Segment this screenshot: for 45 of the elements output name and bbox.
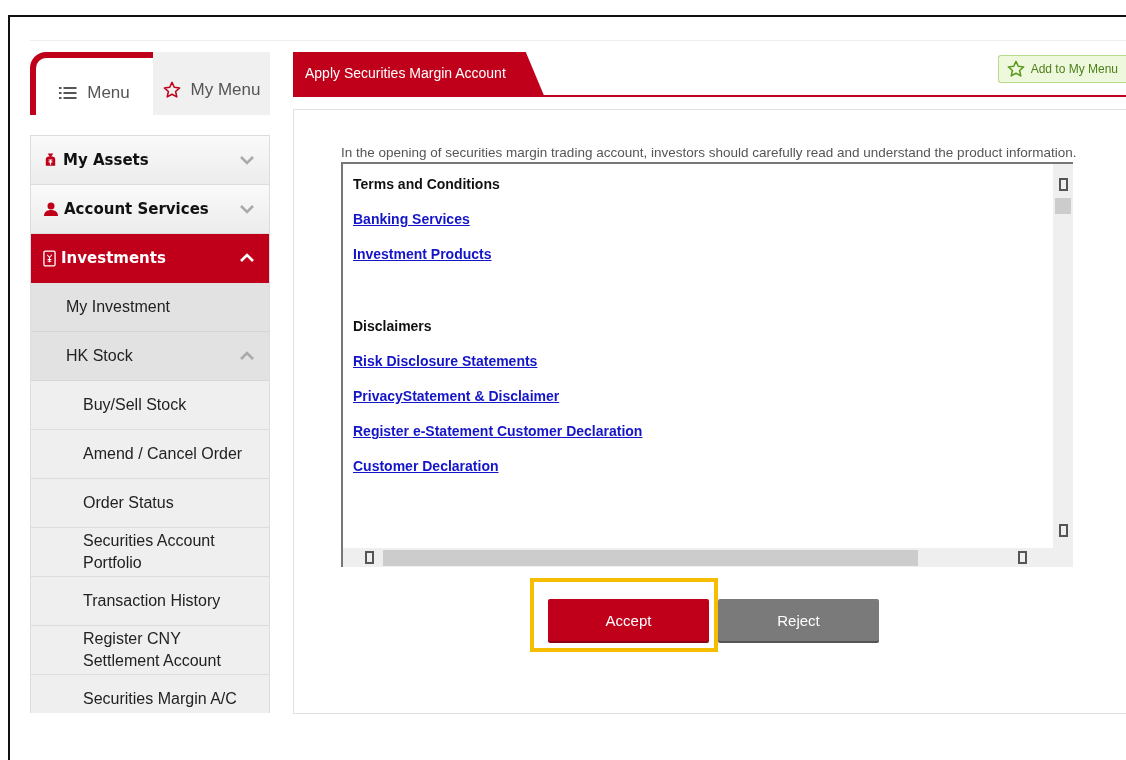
menu-item[interactable]: Investments <box>31 234 269 283</box>
star-icon <box>1006 60 1025 78</box>
scroll-right-icon[interactable] <box>1018 551 1027 564</box>
menu-tab[interactable]: My Menu <box>153 52 270 115</box>
menu-item[interactable]: Amend / Cancel Order <box>31 430 269 479</box>
document-link[interactable]: Register e-Statement Customer Declaration <box>353 423 643 443</box>
section-heading: Terms and Conditions <box>353 176 500 194</box>
menu-item[interactable]: HK Stock <box>31 332 269 381</box>
page-title: Apply Securities Margin Account <box>293 52 544 95</box>
reject-button[interactable]: Reject <box>718 599 879 641</box>
menu-item[interactable]: Register CNY Settlement Account <box>31 626 269 675</box>
star-icon <box>162 80 181 99</box>
menu-item[interactable]: My Investment <box>31 283 269 332</box>
menu-item[interactable]: Buy/Sell Stock <box>31 381 269 430</box>
scroll-down-icon[interactable] <box>1058 524 1068 537</box>
section-heading: Disclaimers <box>353 318 432 336</box>
menu-item[interactable]: My Assets <box>31 136 269 185</box>
menu-item[interactable]: Order Status <box>31 479 269 528</box>
document-link[interactable]: PrivacyStatement & Disclaimer <box>353 388 560 408</box>
chevron-up-icon <box>239 252 255 264</box>
menu-item[interactable]: Transaction History <box>31 577 269 626</box>
menu-item[interactable]: Securities Account Portfolio <box>31 528 269 577</box>
scroll-up-icon[interactable] <box>1058 178 1068 191</box>
money-bag-icon <box>43 152 58 168</box>
chevron-down-icon <box>239 154 255 166</box>
menu-item[interactable]: Securities Margin A/C <box>31 675 269 713</box>
document-link[interactable]: Investment Products <box>353 246 492 266</box>
phone-icon <box>43 249 56 267</box>
add-to-menu-button[interactable]: Add to My Menu <box>997 55 1126 83</box>
horizontal-scrollbar[interactable] <box>343 548 1073 567</box>
scroll-thumb[interactable] <box>383 549 918 566</box>
accept-button[interactable]: Accept <box>548 599 709 641</box>
person-icon <box>43 201 59 217</box>
document-link[interactable]: Customer Declaration <box>353 458 499 478</box>
scroll-thumb[interactable] <box>1055 198 1071 214</box>
menu-tab[interactable]: Menu <box>30 52 153 115</box>
document-link[interactable]: Risk Disclosure Statements <box>353 353 538 373</box>
document-link[interactable]: Banking Services <box>353 211 470 231</box>
scroll-left-icon[interactable] <box>365 551 374 564</box>
list-icon <box>59 85 78 100</box>
intro-text: In the opening of securities margin trading account, investors should carefully read and understand the product information. <box>341 146 1078 159</box>
chevron-down-icon <box>239 203 255 215</box>
menu-item[interactable]: Account Services <box>31 185 269 234</box>
vertical-scrollbar[interactable] <box>1053 164 1073 549</box>
chevron-up-icon <box>239 350 255 362</box>
